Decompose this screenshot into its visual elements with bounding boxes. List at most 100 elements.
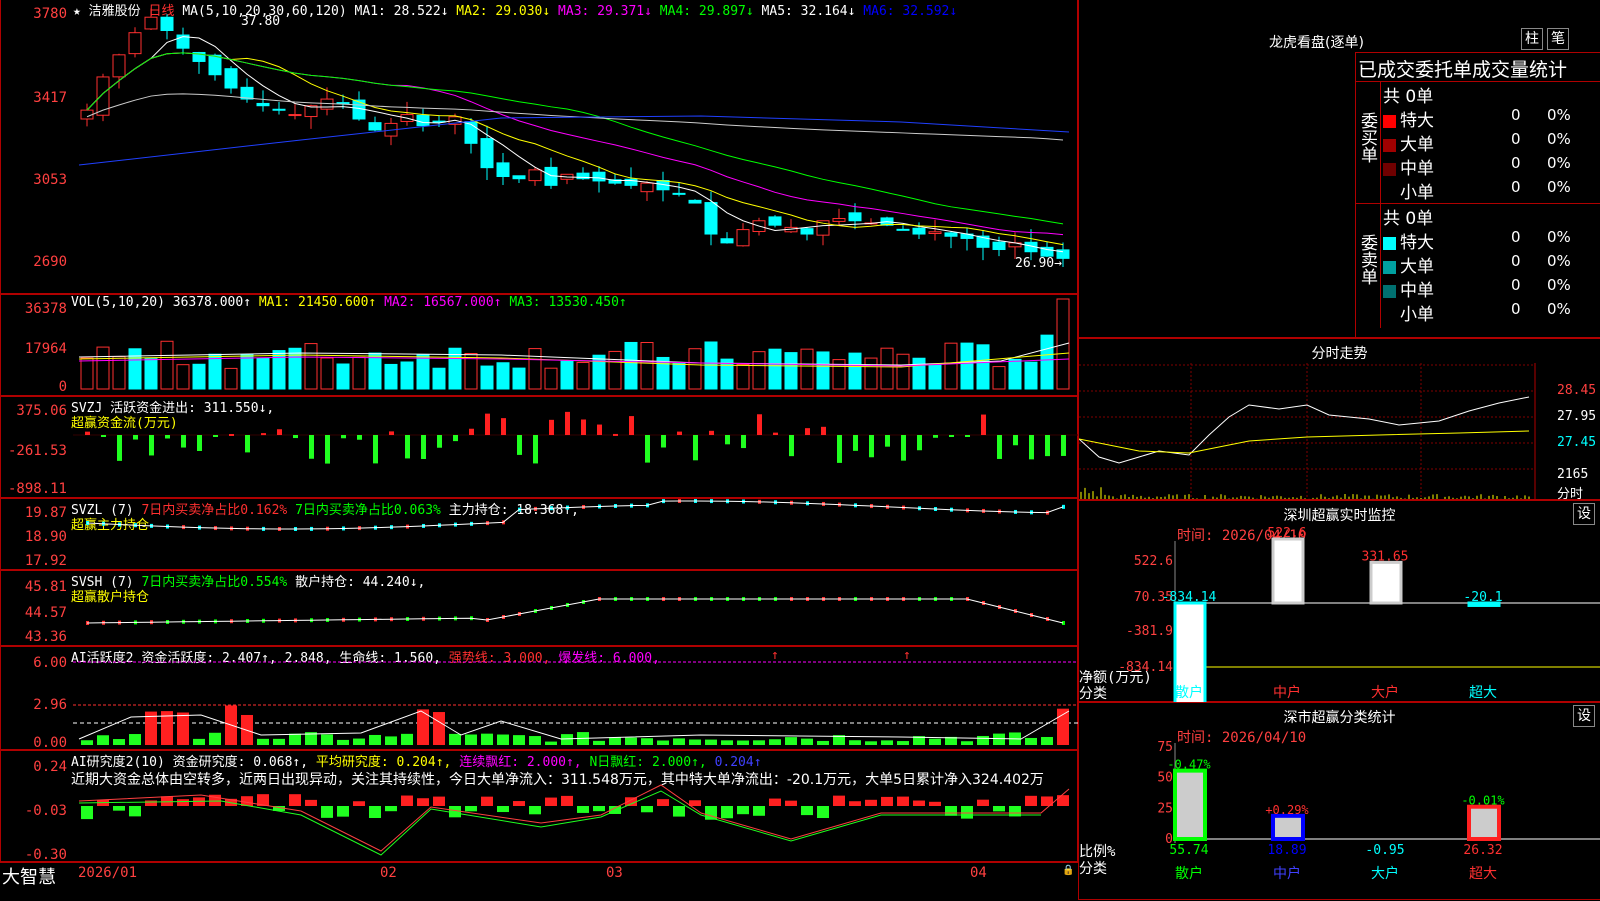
row-vol: 0 xyxy=(1511,228,1521,246)
volume-bar xyxy=(496,362,510,390)
row-pct: 0% xyxy=(1547,130,1571,148)
bar-value: 55.74 xyxy=(1169,843,1208,858)
category-label: 中户 xyxy=(1273,684,1301,701)
research-bar xyxy=(1025,795,1037,806)
svzj-pane[interactable]: 375.06 -261.53 -898.11 SVZJ 活跃资金进出: 311.… xyxy=(0,396,1079,498)
candle-body xyxy=(144,16,158,30)
candle-body xyxy=(464,121,478,144)
candle-body xyxy=(704,202,718,235)
volume-bar xyxy=(144,358,158,390)
activity-chart: ↑ ↑ xyxy=(73,648,1079,745)
vol-pane[interactable]: 36378 17964 0 VOL(5,10,20) 36378.000↑ MA… xyxy=(0,294,1078,396)
research-bar xyxy=(913,800,925,806)
brand-logo[interactable]: 大智慧 xyxy=(2,863,56,889)
research-bar xyxy=(961,806,973,819)
candle-body xyxy=(992,241,1006,251)
research-bar xyxy=(513,801,525,806)
research-bar xyxy=(369,806,381,818)
color-swatch xyxy=(1383,260,1396,274)
svsh-pane[interactable]: 45.81 44.57 43.36 SVSH (7) 7日内买卖净占比0.554… xyxy=(0,570,1078,646)
research-bar xyxy=(113,806,125,811)
research-bar xyxy=(881,796,893,806)
tick-mode-button[interactable]: 笔 xyxy=(1547,28,1569,50)
research-bar xyxy=(945,806,957,816)
flow-bar xyxy=(725,435,730,445)
category-label: 中户 xyxy=(1273,865,1301,882)
activity-bar xyxy=(977,735,989,745)
activity-bar xyxy=(257,738,269,745)
flow-bar xyxy=(325,435,330,464)
volume-bar xyxy=(512,367,526,390)
row-pct: 0% xyxy=(1547,228,1571,246)
volume-bar xyxy=(864,357,878,390)
ai1-pane[interactable]: 6.00 2.96 0.00 AI活跃度2 资金活跃度: 2.407↑, 2.8… xyxy=(0,646,1079,751)
main-holding-chart xyxy=(86,499,1065,531)
volume-bar xyxy=(256,357,270,390)
lock-icon[interactable]: 🔒 xyxy=(1062,865,1074,876)
stat-panel[interactable]: 深市超赢分类统计 设 时间: 2026/04/10 75 50 25 0 -0.47% 5… xyxy=(1078,702,1600,900)
main-holding-line xyxy=(86,500,1064,530)
flow-bar xyxy=(165,435,170,439)
flow-bar xyxy=(485,413,490,435)
kline-pane[interactable]: 3780 3417 3053 2690 ★ 洁雅股份 日线 MA(5,10,20… xyxy=(0,0,1078,294)
candle-body xyxy=(96,76,110,116)
activity-bar xyxy=(129,734,141,745)
svzl-pane[interactable]: 19.87 18.90 17.92 SVZL (7) 7日内买卖净占比0.162… xyxy=(0,498,1078,570)
price-line xyxy=(1079,396,1530,464)
monitor-bar xyxy=(1369,560,1403,605)
research-bar xyxy=(401,795,413,806)
research-bar xyxy=(433,796,445,806)
flow-bar xyxy=(341,435,346,439)
research-bar xyxy=(449,806,461,818)
candle-body xyxy=(928,231,942,234)
longhu-row: 大单 0 0% xyxy=(1383,252,1600,277)
flow-bar xyxy=(389,431,394,435)
candle-body xyxy=(848,212,862,222)
color-swatch xyxy=(1383,284,1396,298)
activity-bar xyxy=(465,734,477,745)
bar-value: 18.89 xyxy=(1267,843,1306,858)
flow-bar xyxy=(949,435,954,437)
row-vol: 0 xyxy=(1511,154,1521,172)
activity-bar xyxy=(689,739,701,745)
bar-value: -834.14 xyxy=(1162,590,1217,605)
bar-value: 522.6 xyxy=(1267,526,1306,541)
bar-mode-button[interactable]: 柱 xyxy=(1521,28,1543,50)
volume-bar xyxy=(304,343,318,390)
ytick: 27.95 xyxy=(1557,409,1597,424)
flow-bar xyxy=(661,435,666,448)
monitor-panel[interactable]: 深圳超赢实时监控 设 时间: 2026/04/10 522.6 70.35 -381… xyxy=(1078,500,1600,703)
flow-bar xyxy=(517,435,522,455)
flow-bar xyxy=(885,435,890,447)
intraday-panel[interactable]: 分时走势 28.45 27.95 27.45 2165 分时 xyxy=(1078,338,1600,502)
volume-bar xyxy=(800,348,814,390)
flow-bar xyxy=(533,435,538,464)
color-swatch xyxy=(1383,308,1396,322)
candle-body xyxy=(512,175,526,180)
volume-bar xyxy=(160,340,174,390)
longhu-row: 中单 0 0% xyxy=(1383,154,1600,179)
candle-body xyxy=(128,32,142,55)
flow-bar xyxy=(149,435,154,456)
research-bar xyxy=(897,796,909,806)
research-bar xyxy=(769,798,781,806)
longhu-panel: 龙虎看盘(逐单) 柱 笔 已成交委托单成交量统计 委买单 共 0单 特大 0 0% 大… xyxy=(1078,0,1600,338)
volume-bar xyxy=(880,347,894,390)
activity-bar xyxy=(369,734,381,745)
volume-bar xyxy=(320,357,334,390)
flow-bar xyxy=(693,435,698,461)
research-bar xyxy=(689,800,701,806)
ai2-pane[interactable]: 0.24 -0.03 -0.30 AI研究度2(10) 资金研究度: 0.068… xyxy=(0,750,1078,863)
flow-bar xyxy=(741,435,746,449)
volume-bar xyxy=(1024,361,1038,390)
flow-bar xyxy=(373,435,378,464)
activity-bar xyxy=(353,738,365,745)
activity-bar xyxy=(641,738,653,745)
flow-bar xyxy=(549,419,554,435)
row-name: 中单 xyxy=(1400,281,1434,301)
activity-bar xyxy=(673,738,685,745)
candle-body xyxy=(496,162,510,178)
flow-bar xyxy=(837,435,842,463)
candle-body xyxy=(672,192,686,195)
flow-bar xyxy=(821,426,826,435)
